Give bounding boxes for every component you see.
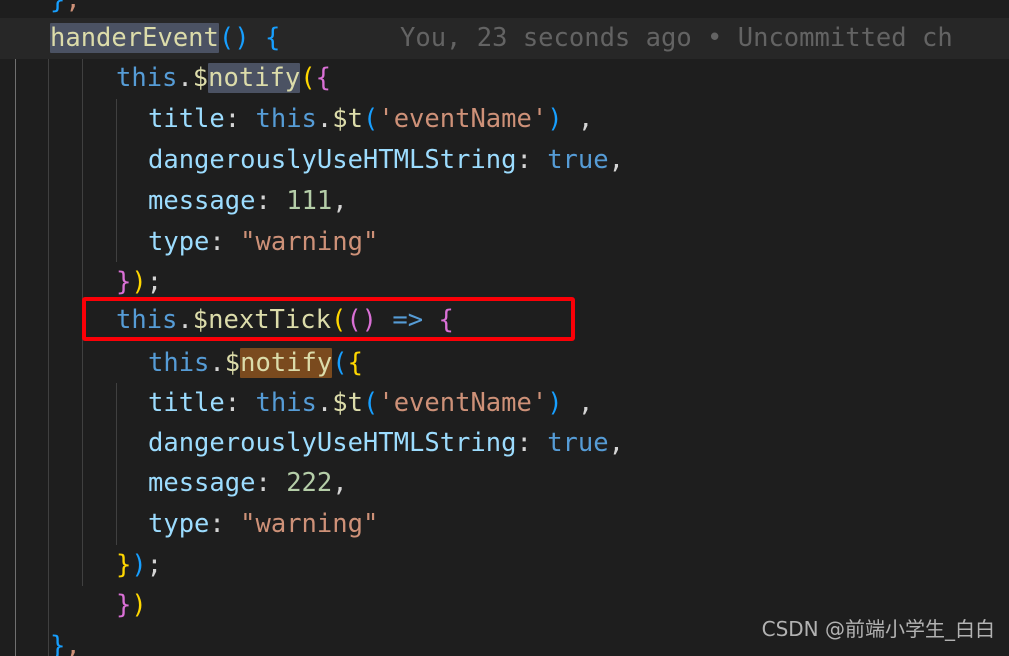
code-line-text: dangerouslyUseHTMLString: true, — [148, 428, 624, 458]
code-line-text: type: "warning" — [148, 509, 379, 539]
code-line[interactable]: dangerouslyUseHTMLString: true, — [0, 140, 1009, 181]
code-line[interactable]: message: 111, — [0, 181, 1009, 222]
code-line-text: handerEvent() { — [50, 23, 281, 53]
code-line[interactable]: }); — [0, 545, 1009, 586]
code-line-text: this.$nextTick(() => { — [116, 305, 454, 335]
code-line-text: }) — [116, 590, 147, 620]
code-line-text: message: 111, — [148, 186, 348, 216]
code-line[interactable]: dangerouslyUseHTMLString: true, — [0, 423, 1009, 464]
code-line-text: title: this.$t('eventName') , — [148, 388, 594, 418]
code-line-text: title: this.$t('eventName') , — [148, 104, 594, 134]
code-line-text: this.$notify({ — [116, 63, 331, 93]
code-line[interactable]: message: 222, — [0, 463, 1009, 504]
code-line-text: }, — [50, 631, 81, 656]
code-line-text: this.$notify({ — [148, 348, 363, 378]
code-line-text: }); — [116, 550, 163, 580]
code-line[interactable]: title: this.$t('eventName') , — [0, 383, 1009, 424]
code-line[interactable]: type: "warning" — [0, 504, 1009, 545]
code-line[interactable]: }); — [0, 262, 1009, 303]
code-line-text: type: "warning" — [148, 227, 379, 257]
code-line[interactable]: this.$notify({ — [0, 58, 1009, 99]
git-blame-annotation[interactable]: You, 23 seconds ago • Uncommitted ch — [400, 18, 953, 59]
code-line-highlighted[interactable]: this.$nextTick(() => { — [0, 300, 1009, 341]
code-editor[interactable]: }, handerEvent() { You, 23 seconds ago •… — [0, 0, 1009, 656]
code-line-text: }); — [116, 267, 163, 297]
code-line[interactable]: this.$notify({ — [0, 343, 1009, 384]
code-line-text: message: 222, — [148, 468, 348, 498]
code-line-text: dangerouslyUseHTMLString: true, — [148, 145, 624, 175]
csdn-watermark: CSDN @前端小学生_白白 — [761, 617, 995, 641]
code-line[interactable]: type: "warning" — [0, 222, 1009, 263]
code-line-active[interactable]: handerEvent() { You, 23 seconds ago • Un… — [0, 18, 1009, 59]
code-line[interactable]: title: this.$t('eventName') , — [0, 99, 1009, 140]
